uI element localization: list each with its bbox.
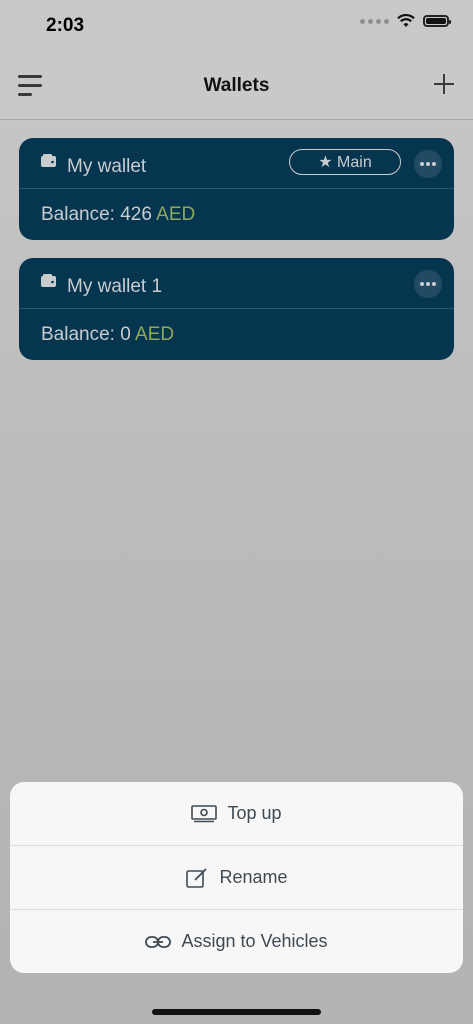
assign-to-vehicles-action[interactable]: Assign to Vehicles	[10, 910, 463, 973]
main-wallet-badge: ★ Main	[289, 149, 401, 175]
assign-to-vehicles-label: Assign to Vehicles	[181, 931, 328, 951]
nav-bar: Wallets	[0, 55, 473, 120]
home-indicator	[152, 1009, 321, 1015]
wallet-more-button[interactable]	[414, 270, 442, 298]
rename-action[interactable]: Rename	[10, 846, 463, 910]
wallet-name: My wallet 1	[67, 276, 163, 297]
add-wallet-icon[interactable]	[433, 73, 455, 95]
wallet-action-sheet: Top up Rename Assign to Vehicles	[10, 782, 463, 973]
wallet-card-my-wallet[interactable]: My wallet ★ Main Balance: 426 AED	[19, 138, 454, 240]
status-time: 2:03	[46, 15, 85, 36]
page-title: Wallets	[203, 75, 270, 96]
wallet-currency: AED	[135, 324, 175, 345]
top-up-action[interactable]: Top up	[10, 782, 463, 846]
link-icon	[145, 935, 172, 948]
edit-icon	[186, 867, 208, 888]
wallet-name: My wallet	[67, 156, 147, 177]
wallet-icon	[41, 154, 56, 167]
wifi-icon	[397, 14, 415, 27]
status-icons	[360, 14, 451, 28]
wallet-balance: Balance: 426 AED	[41, 204, 195, 226]
cash-icon	[191, 804, 218, 822]
battery-icon	[423, 15, 451, 27]
rename-label: Rename	[219, 867, 288, 887]
signal-icon	[360, 18, 389, 24]
wallet-balance-amount: Balance: 0	[41, 324, 131, 345]
wallet-currency: AED	[156, 204, 196, 225]
top-up-label: Top up	[227, 803, 282, 823]
wallet-balance: Balance: 0 AED	[41, 324, 174, 346]
status-bar: 2:03	[0, 0, 473, 52]
wallet-more-button[interactable]	[414, 150, 442, 178]
wallet-balance-amount: Balance: 426	[41, 204, 152, 225]
wallet-icon	[41, 274, 56, 287]
wallet-card-my-wallet-1[interactable]: My wallet 1 Balance: 0 AED	[19, 258, 454, 360]
